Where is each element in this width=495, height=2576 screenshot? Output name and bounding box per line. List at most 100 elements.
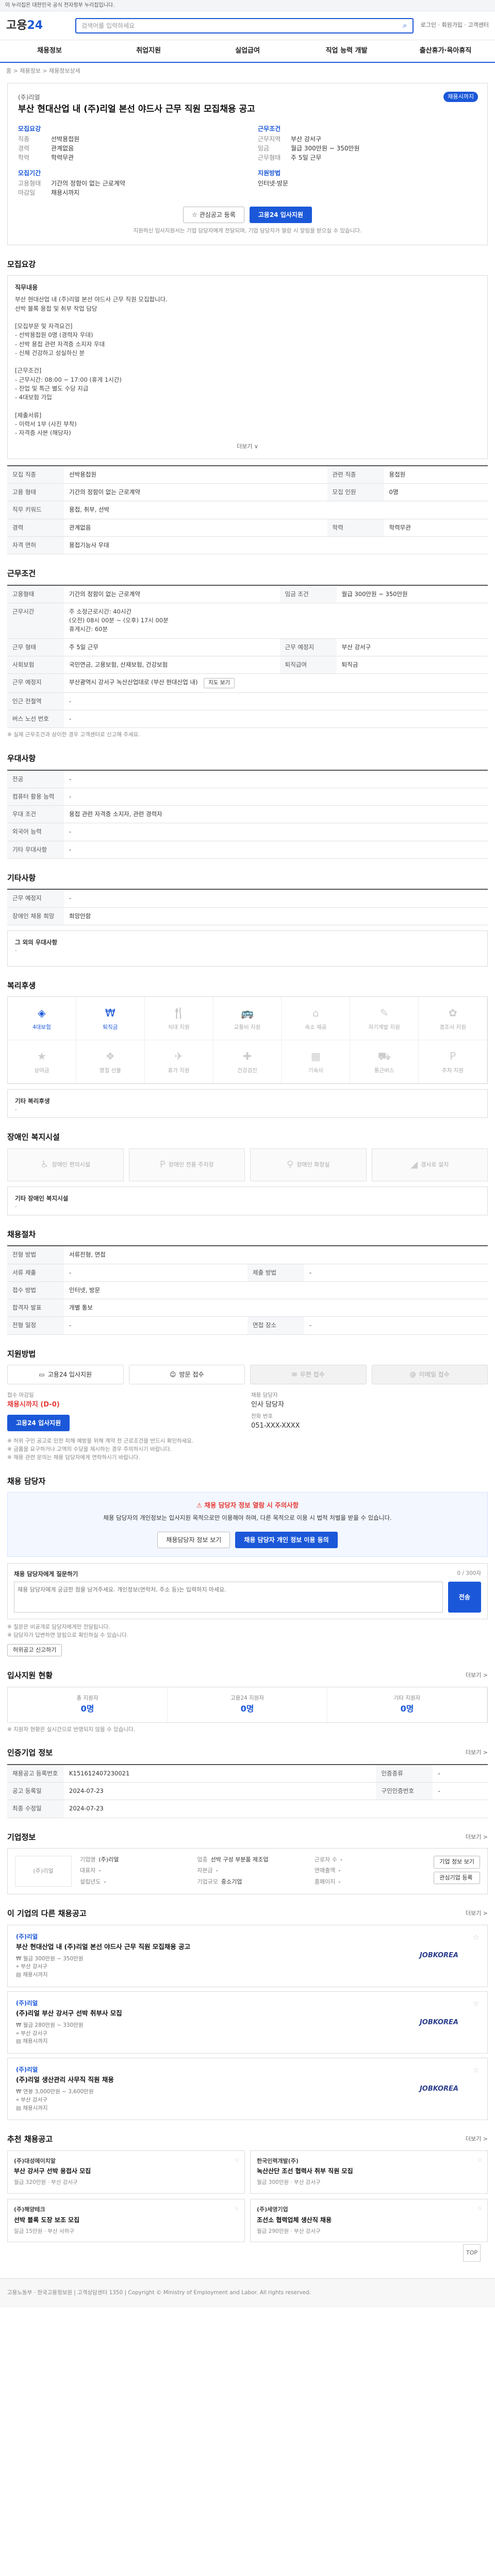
recommended-more[interactable]: 더보기 >	[466, 2135, 488, 2144]
cell-v: 2024-07-23	[64, 1800, 488, 1818]
rec-title-link[interactable]: 부산 강서구 선박 용접사 모집	[14, 2166, 238, 2176]
location-icon: ⌖	[16, 2030, 21, 2037]
welfare-other: 기타 복리후생 -	[7, 1089, 488, 1118]
star-icon[interactable]: ☆	[234, 2156, 239, 2165]
apply-notes: ※ 허위 구인 공고로 인한 피해 예방을 위해 계약 전 근로조건을 반드시 …	[7, 1438, 194, 1461]
welfare-grid: ◈ 4대보험 ₩ 퇴직금 🍴 식대 지원 🚌 교통비 지원 ⌂ 숙소 제공 ✎ 자기계발 지원 ✿ 경조사…	[7, 996, 488, 1084]
recruit-table: 모집 직종 선박용접원 관련 직종 용접원 고용 형태 기간의 정함이 없는 근로계약 모…	[7, 465, 488, 555]
related-item[interactable]: (주)리얼 부산 현대산업 내 (주)리얼 본선 야드사 근무 직원 모집채용 공…	[7, 1924, 488, 1987]
info-table: 채용공고 등록번호 K151612407230021 인증종류 - 공고 등록일 202…	[7, 1764, 488, 1818]
rec-meta: 월급 290만원 · 부산 강서구	[257, 2228, 321, 2234]
apply-button-2[interactable]: 고용24 입사지원	[7, 1415, 70, 1432]
recommended-item[interactable]: 한국인력개발(주) 녹산산단 조선 협력사 취부 직원 모집 월급 300만원 · …	[250, 2150, 488, 2194]
nav-training[interactable]: 직업 능력 개발	[297, 46, 396, 56]
cell-v: 관계없음	[64, 518, 327, 537]
welfare-icon: ✈	[174, 1049, 184, 1062]
company-info-button[interactable]: 기업 정보 보기	[434, 1856, 480, 1869]
company-field-label: 기업규모	[197, 1878, 218, 1885]
nav-support[interactable]: 취업지원	[99, 46, 198, 56]
nav-jobs[interactable]: 채용정보	[0, 46, 99, 56]
nav-benefit[interactable]: 실업급여	[198, 46, 297, 56]
related-more[interactable]: 더보기 >	[466, 1909, 488, 1918]
related-item[interactable]: (주)리얼 (주)리얼 생산관리 사무직 직원 채용 ₩ 연봉 3,000만원 ~ …	[7, 2058, 488, 2121]
map-button[interactable]: 지도 보기	[204, 678, 235, 688]
cell-v: 기간의 정함이 없는 근로계약	[64, 483, 327, 502]
question-input[interactable]	[14, 1582, 443, 1613]
apply-method-email: @ 이메일 접수	[371, 1365, 488, 1384]
star-icon[interactable]: ☆	[472, 1933, 479, 1943]
cell-v2: -	[433, 1764, 488, 1783]
disability-other-label: 기타 장애인 복지시설	[15, 1194, 69, 1202]
company-field-label: 업종	[197, 1856, 208, 1863]
summary-recruit: 모집요강 직종 선박용접원 경력 관계없음 학력 학력무관	[18, 121, 237, 162]
k-wage: 임금	[258, 145, 270, 152]
manager-info-button[interactable]: 채용담당자 정보 보기	[157, 1532, 230, 1548]
v-wage: 월급 300만원 ~ 350만원	[291, 145, 360, 152]
stat-item: 고용24 지원자 0명	[168, 1687, 327, 1722]
related-item[interactable]: (주)리얼 (주)리얼 부산 강서구 선박 취부사 모집 ₩ 월급 280만원 ~ …	[7, 1991, 488, 2054]
label-recruit: 모집요강	[18, 125, 41, 132]
cell-v: 선박용접원	[64, 465, 327, 484]
related-title-link[interactable]: 부산 현대산업 내 (주)리얼 본선 야드사 근무 직원 모집채용 공고	[16, 1942, 412, 1952]
question-send-button[interactable]: 전송	[448, 1582, 481, 1613]
star-icon[interactable]: ☆	[477, 2205, 482, 2213]
site-logo[interactable]: 고용24	[6, 17, 68, 34]
cell-k2: 면접 장소	[248, 1316, 304, 1335]
star-icon[interactable]: ☆	[234, 2205, 239, 2213]
welfare-title: 복리후생	[7, 980, 488, 992]
label-period: 모집기간	[18, 170, 41, 177]
company-name[interactable]: (주)리얼	[18, 93, 477, 102]
cell-v: -	[64, 1316, 248, 1335]
summary-period: 모집기간 고용형태 기간의 정함이 없는 근로계약 마감일 채용시까지	[18, 165, 237, 197]
recommended-item[interactable]: (주)대성에이치알 부산 강서구 선박 용접사 모집 월급 320만원 · 부산 강…	[7, 2150, 245, 2194]
manager-callout: ⚠ 채용 담당자 정보 열람 시 주의사항 채용 담당자의 개인정보는 입사지원…	[7, 1492, 488, 1557]
welfare-item: ✎ 자기계발 지원	[350, 997, 419, 1041]
preference-title-text: 우대사항	[7, 754, 36, 763]
search-input[interactable]: 검색어를 입력하세요 ⌕	[75, 18, 414, 33]
cell-v: 용접기능사 우대	[64, 536, 488, 555]
apply-button[interactable]: 고용24 입사지원	[249, 207, 312, 223]
content-text: 부산 현대산업 내 (주)리얼 본선 야드사 근무 직원 모집합니다. 선박 블…	[15, 296, 168, 436]
rec-title-link[interactable]: 조선소 협력업체 생산직 채용	[257, 2215, 481, 2225]
related-title-link[interactable]: (주)리얼 생산관리 사무직 직원 채용	[16, 2075, 412, 2085]
table-row: 근무 예정지 부산광역시 강서구 녹산산업대로 (부산 현대산업 내) 지도 보기	[7, 673, 488, 693]
recommended-item[interactable]: (주)세영기업 조선소 협력업체 생산직 채용 월급 290만원 · 부산 강서구 ☆	[250, 2199, 488, 2243]
welfare-label: 식대 지원	[168, 1024, 190, 1030]
nav-leave[interactable]: 출산휴가·육아휴직	[396, 46, 495, 56]
cell-v: 희망안함	[64, 907, 488, 925]
recruit-content: 직무내용 부산 현대산업 내 (주)리얼 본선 야드사 근무 직원 모집합니다.…	[7, 275, 488, 459]
report-button[interactable]: 허위공고 신고하기	[7, 1643, 62, 1657]
interest-button[interactable]: ☆ 관심공고 등록	[183, 207, 244, 223]
header-links[interactable]: 로그인 · 회원가입 · 고객센터	[421, 21, 489, 30]
stats-note: ※ 지원자 현황은 실시간으로 반영되지 않을 수 있습니다.	[7, 1726, 136, 1733]
cell-v: 부산광역시 강서구 녹산산업대로 (부산 현대산업 내)	[69, 679, 198, 686]
rec-title-link[interactable]: 녹산산단 조선 협력사 취부 직원 모집	[257, 2166, 481, 2176]
star-icon[interactable]: ☆	[472, 1999, 479, 2010]
table-row: 채용공고 등록번호 K151612407230021 인증종류 -	[7, 1764, 488, 1783]
manager-consent-button[interactable]: 채용 담당자 개인 정보 이용 동의	[235, 1532, 338, 1548]
rec-title-link[interactable]: 선박 블록 도장 보조 모집	[14, 2215, 238, 2225]
company-grid: 기업명 (주)리얼 업종 선박 구성 부분품 제조업 근로자 수 - 대표자 - 자본금 - 연매출…	[80, 1856, 425, 1887]
apply-method-visit[interactable]: ☺ 방문 접수	[128, 1365, 245, 1384]
apply-method-online[interactable]: ▭ 고용24 입사지원	[7, 1365, 124, 1384]
more-button[interactable]: 더보기 ∨	[15, 443, 480, 451]
manager-value: 인사 담당자	[251, 1400, 284, 1409]
disability-title-text: 장애인 복지시설	[7, 1132, 60, 1142]
k-job: 직종	[18, 135, 30, 143]
table-row: 우대 조건 용접 관련 자격증 소지자, 관련 경력자	[7, 805, 488, 824]
cell-k: 장애인 채용 희망	[7, 907, 64, 925]
top-button[interactable]: TOP	[463, 2244, 481, 2262]
company-interest-button[interactable]: 관심기업 등록	[434, 1871, 480, 1884]
recommended-item[interactable]: (주)해양테크 선박 블록 도장 보조 모집 일급 15만원 · 부산 사하구 ☆	[7, 2199, 245, 2243]
welfare-icon: ⛟	[377, 1049, 391, 1062]
facility-icon: ♿	[40, 1159, 49, 1171]
search-icon[interactable]: ⌕	[403, 20, 407, 31]
related-title-link[interactable]: (주)리얼 부산 강서구 선박 취부사 모집	[16, 2009, 412, 2019]
company-more[interactable]: 더보기 >	[466, 1833, 488, 1842]
table-row: 접수 방법 인터넷, 방문	[7, 1281, 488, 1300]
info-more[interactable]: 더보기 >	[466, 1749, 488, 1757]
star-icon[interactable]: ☆	[472, 2065, 479, 2076]
stats-more[interactable]: 더보기 >	[466, 1671, 488, 1680]
company-field: 업종 선박 구성 부분품 제조업	[197, 1856, 308, 1865]
star-icon[interactable]: ☆	[477, 2156, 482, 2165]
